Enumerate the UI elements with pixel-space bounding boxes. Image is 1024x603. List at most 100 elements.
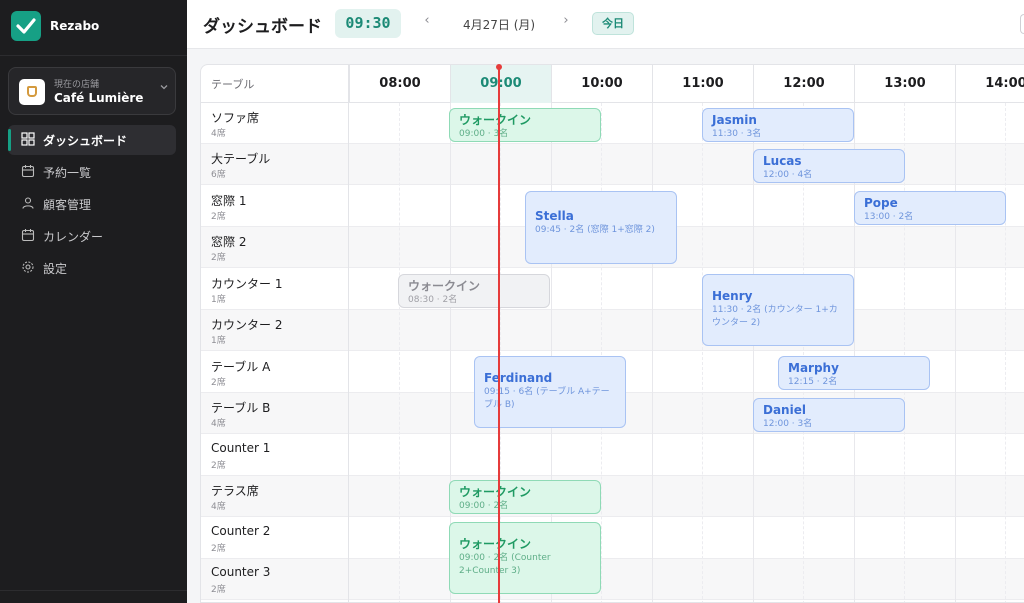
nav-label: ダッシュボード	[43, 134, 128, 148]
reservation-title: ウォークイン	[408, 279, 481, 293]
nav-label: カレンダー	[43, 230, 104, 244]
table-capacity: 4席	[211, 419, 226, 429]
reservation-title: ウォークイン	[459, 485, 532, 499]
reservation-title: Ferdinand	[484, 371, 553, 385]
nav-item-customers[interactable]: 顧客管理	[8, 189, 176, 219]
nav-label: 顧客管理	[43, 198, 92, 212]
nav-label: 設定	[43, 262, 68, 276]
reservation-details: 09:45 · 2名 (窓際 1+窓際 2)	[535, 225, 655, 235]
table-row: Counter 2 2席	[201, 518, 1024, 559]
table-capacity: 4席	[211, 129, 226, 139]
reservation-block[interactable]: Lucas 12:00 · 4名	[753, 149, 905, 183]
header-action-button[interactable]	[1020, 14, 1024, 34]
store-switcher[interactable]: 現在の店舗 Café Lumière	[8, 67, 176, 115]
reservation-title: Daniel	[763, 403, 806, 417]
users-icon	[22, 197, 34, 209]
grid-line	[652, 103, 653, 602]
reservation-details: 09:00 · 2名	[459, 501, 509, 511]
calendar-icon	[21, 165, 35, 178]
table-name: 大テーブル	[211, 152, 271, 166]
reservation-block[interactable]: ウォークイン 09:00 · 3名	[449, 108, 601, 142]
today-button[interactable]: 今日	[592, 12, 634, 35]
table-row: カウンター 2 1席	[201, 310, 1024, 351]
reservation-details: 09:00 · 2名 (Counter 2+Counter 3)	[459, 553, 551, 576]
reservation-block[interactable]: ウォークイン 08:30 · 2名	[398, 274, 550, 308]
reservation-title: Jasmin	[712, 113, 757, 127]
time-header-1400: 14:00	[955, 65, 1024, 103]
reservation-details: 08:30 · 2名	[408, 295, 458, 305]
time-header-0900: 09:00	[450, 65, 551, 103]
nav-item-calendar[interactable]: カレンダー	[8, 221, 176, 251]
dashboard-icon	[21, 132, 35, 146]
table-capacity: 1席	[211, 295, 226, 305]
reservation-block[interactable]: Ferdinand 09:15 · 6名 (テーブル A+テーブル B)	[474, 356, 626, 428]
brand-name: Rezabo	[50, 19, 100, 33]
table-capacity: 1席	[211, 336, 226, 346]
current-time-line	[498, 68, 500, 603]
table-name: 窓際 2	[211, 235, 247, 249]
table-name: カウンター 2	[211, 318, 283, 332]
table-name: テラス席	[211, 484, 259, 498]
table-capacity: 2席	[211, 585, 226, 595]
reservation-block[interactable]: ウォークイン 09:00 · 2名 (Counter 2+Counter 3)	[449, 522, 601, 594]
table-name: Counter 2	[211, 524, 271, 538]
reservation-block[interactable]: Pope 13:00 · 2名	[854, 191, 1006, 225]
table-capacity: 2席	[211, 544, 226, 554]
label-column-divider	[348, 65, 349, 602]
calendar-icon	[21, 229, 35, 242]
nav-label: 予約一覧	[43, 166, 92, 180]
table-capacity: 4席	[211, 502, 226, 512]
table-capacity: 2席	[211, 212, 226, 222]
reservation-details: 11:30 · 2名 (カウンター 1+カウンター 2)	[712, 305, 838, 328]
time-header-0800: 08:00	[349, 65, 450, 103]
reservation-block[interactable]: ウォークイン 09:00 · 2名	[449, 480, 601, 514]
brand[interactable]: Rezabo	[0, 0, 187, 56]
page-title: ダッシュボード	[203, 17, 322, 37]
timeline-header: テーブル 08:00 09:00 10:00 11:00 12:00 13:00…	[201, 65, 1024, 103]
reservation-details: 09:00 · 3名	[459, 129, 509, 139]
table-capacity: 2席	[211, 461, 226, 471]
reservation-block[interactable]: Daniel 12:00 · 3名	[753, 398, 905, 432]
date-label[interactable]: 4月27日 (月)	[463, 16, 535, 33]
nav-item-reservations[interactable]: 予約一覧	[8, 157, 176, 187]
nav-item-settings[interactable]: 設定	[8, 253, 176, 283]
current-time-clock: 09:30	[335, 9, 401, 38]
chevron-down-icon	[159, 82, 169, 95]
top-header: ダッシュボード 09:30 ‹ 4月27日 (月) › 今日	[187, 0, 1024, 49]
reservation-block[interactable]: Stella 09:45 · 2名 (窓際 1+窓際 2)	[525, 191, 677, 264]
next-day-button[interactable]: ›	[558, 13, 574, 33]
reservation-block[interactable]: Marphy 12:15 · 2名	[778, 356, 930, 390]
grid-line	[1005, 103, 1006, 602]
reservation-title: Marphy	[788, 361, 839, 375]
reservation-timeline: テーブル 08:00 09:00 10:00 11:00 12:00 13:00…	[200, 64, 1024, 603]
check-logo-icon	[11, 11, 41, 41]
table-row: Counter 1 2席	[201, 435, 1024, 476]
reservation-details: 13:00 · 2名	[864, 212, 914, 222]
reservation-block[interactable]: Jasmin 11:30 · 3名	[702, 108, 854, 142]
reservation-block[interactable]: Henry 11:30 · 2名 (カウンター 1+カウンター 2)	[702, 274, 854, 346]
table-capacity: 2席	[211, 253, 226, 263]
reservation-details: 12:15 · 2名	[788, 377, 838, 387]
grid-line	[702, 103, 703, 602]
reservation-details: 12:00 · 3名	[763, 419, 813, 429]
table-name: Counter 3	[211, 565, 271, 579]
nav-item-dashboard[interactable]: ダッシュボード	[8, 125, 176, 155]
gear-icon	[22, 261, 34, 273]
reservation-title: ウォークイン	[459, 537, 532, 551]
table-row: ソファ席 4席	[201, 103, 1024, 144]
reservation-details: 12:00 · 4名	[763, 170, 813, 180]
reservation-details: 11:30 · 3名	[712, 129, 762, 139]
grid-line	[601, 103, 602, 602]
table-column-header: テーブル	[211, 78, 255, 91]
time-header-1200: 12:00	[753, 65, 854, 103]
time-header-1300: 13:00	[854, 65, 955, 103]
grid-line	[399, 103, 400, 602]
table-name: ソファ席	[211, 111, 260, 125]
table-name: テーブル B	[211, 401, 271, 415]
table-name: カウンター 1	[211, 277, 283, 291]
table-row: テラス席 4席	[201, 476, 1024, 517]
sidebar: Rezabo 現在の店舗 Café Lumière ダッシュボード 予約一覧 顧…	[0, 0, 187, 603]
cup-icon	[19, 79, 45, 105]
prev-day-button[interactable]: ‹	[419, 13, 435, 33]
table-name: Counter 1	[211, 441, 271, 455]
